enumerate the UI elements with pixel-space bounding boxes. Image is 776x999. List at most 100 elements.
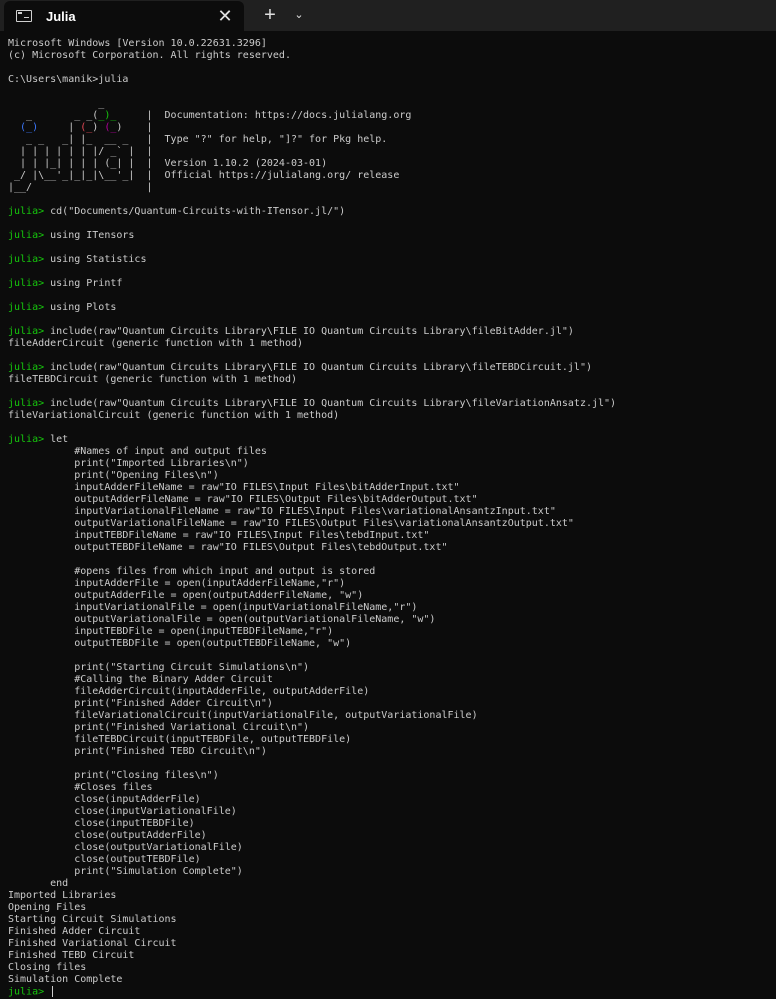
terminal-line: print("Closing files\n")	[8, 770, 776, 782]
line-text: outputAdderFile = open(outputAdderFileNa…	[8, 590, 364, 601]
prompt-line: julia> using Printf	[8, 278, 776, 290]
julia-logo-art: _ _ _(_)_ |	[8, 110, 153, 121]
new-tab-button[interactable]: +	[258, 0, 282, 31]
julia-prompt: julia>	[8, 230, 45, 241]
line-text: outputVariationalFile = open(outputVaria…	[8, 614, 436, 625]
line-text: close(inputAdderFile)	[8, 794, 201, 805]
terminal-line: close(outputVariationalFile)	[8, 842, 776, 854]
line-text: fileTEBDCircuit(inputTEBDFile, outputTEB…	[8, 734, 352, 745]
banner-line: (_) | (_) (_) |	[8, 122, 776, 134]
terminal-line: close(inputTEBDFile)	[8, 818, 776, 830]
line-text: fileAdderCircuit (generic function with …	[8, 338, 304, 349]
banner-line: |__/ |	[8, 182, 776, 194]
line-text: include(raw"Quantum Circuits Library\FIL…	[44, 398, 617, 409]
julia-prompt: julia>	[8, 326, 45, 337]
terminal-line: outputAdderFileName = raw"IO FILES\Outpu…	[8, 494, 776, 506]
prompt-line: julia> using ITensors	[8, 230, 776, 242]
line-text: outputTEBDFile = open(outputTEBDFileName…	[8, 638, 352, 649]
terminal-line: Finished Adder Circuit	[8, 926, 776, 938]
line-text: include(raw"Quantum Circuits Library\FIL…	[44, 326, 574, 337]
line-text: inputAdderFile = open(inputAdderFileName…	[8, 578, 346, 589]
line-text: using Printf	[44, 278, 123, 289]
line-text: Finished Variational Circuit	[8, 938, 177, 949]
line-text: Starting Circuit Simulations	[8, 914, 177, 925]
terminal-line: outputVariationalFile = open(outputVaria…	[8, 614, 776, 626]
line-text: close(outputVariationalFile)	[8, 842, 243, 853]
line-text: print("Starting Circuit Simulations\n")	[8, 662, 310, 673]
terminal-line: Simulation Complete	[8, 974, 776, 986]
line-text: Finished Adder Circuit	[8, 926, 141, 937]
banner-info: Documentation: https://docs.julialang.or…	[152, 110, 412, 121]
terminal-line: outputAdderFile = open(outputAdderFileNa…	[8, 590, 776, 602]
julia-prompt: julia>	[8, 302, 45, 313]
terminal-line: print("Finished Adder Circuit\n")	[8, 698, 776, 710]
terminal-line: inputVariationalFile = open(inputVariati…	[8, 602, 776, 614]
line-text: inputTEBDFileName = raw"IO FILES\Input F…	[8, 530, 430, 541]
line-text: inputAdderFileName = raw"IO FILES\Input …	[8, 482, 460, 493]
julia-logo-art: _/ |\__'_|_|_|\__'_| |	[8, 170, 153, 181]
prompt-line: julia> let	[8, 434, 776, 446]
line-text: inputVariationalFileName = raw"IO FILES\…	[8, 506, 556, 517]
line-text: #opens files from which input and output…	[8, 566, 376, 577]
line-text: #Names of input and output files	[8, 446, 267, 457]
terminal-line: Starting Circuit Simulations	[8, 914, 776, 926]
line-text: Imported Libraries	[8, 890, 117, 901]
terminal-output[interactable]: Microsoft Windows [Version 10.0.22631.32…	[8, 38, 776, 998]
line-text: using Plots	[44, 302, 117, 313]
terminal-icon	[16, 10, 32, 22]
line-text: end	[8, 878, 69, 889]
line-text: using ITensors	[44, 230, 135, 241]
terminal-line: print("Imported Libraries\n")	[8, 458, 776, 470]
julia-prompt: julia>	[8, 986, 45, 998]
julia-prompt: julia>	[8, 434, 45, 445]
line-text: #Calling the Binary Adder Circuit	[8, 674, 273, 685]
banner-line: _ _ _(_)_ | Documentation: https://docs.…	[8, 110, 776, 122]
line-text	[44, 987, 50, 998]
banner-line: | | |_| | | | (_| | | Version 1.10.2 (20…	[8, 158, 776, 170]
text-cursor	[52, 986, 54, 997]
line-text: include(raw"Quantum Circuits Library\FIL…	[44, 362, 592, 373]
terminal-line: end	[8, 878, 776, 890]
prompt-line: julia>	[8, 986, 776, 998]
chevron-down-icon[interactable]: ⌄	[290, 0, 308, 31]
line-text: print("Finished TEBD Circuit\n")	[8, 746, 267, 757]
line-text: inputVariationalFile = open(inputVariati…	[8, 602, 418, 613]
line-text: print("Finished Adder Circuit\n")	[8, 698, 273, 709]
julia-logo-art: _	[8, 98, 105, 109]
terminal-line: print("Finished TEBD Circuit\n")	[8, 746, 776, 758]
line-text: outputAdderFileName = raw"IO FILES\Outpu…	[8, 494, 478, 505]
line-text: close(inputTEBDFile)	[8, 818, 195, 829]
terminal-line: #Calling the Binary Adder Circuit	[8, 674, 776, 686]
banner-info: Official https://julialang.org/ release	[152, 170, 400, 181]
tab-julia[interactable]: Julia ✕	[4, 1, 244, 31]
terminal-line: print("Simulation Complete")	[8, 866, 776, 878]
line-text: fileVariationalCircuit (generic function…	[8, 410, 340, 421]
line-text: Opening Files	[8, 902, 87, 913]
line-text: fileVariationalCircuit(inputVariationalF…	[8, 710, 478, 721]
terminal-line: inputAdderFileName = raw"IO FILES\Input …	[8, 482, 776, 494]
close-tab-icon[interactable]: ✕	[210, 1, 240, 31]
banner-line: | | | | | | |/ _` | |	[8, 146, 776, 158]
line-text: outputVariationalFileName = raw"IO FILES…	[8, 518, 574, 529]
tab-title: Julia	[46, 8, 76, 24]
line-text: print("Finished Variational Circuit\n")	[8, 722, 310, 733]
banner-line: _	[8, 98, 776, 110]
prompt-line: julia> include(raw"Quantum Circuits Libr…	[8, 362, 776, 374]
julia-prompt: julia>	[8, 398, 45, 409]
banner-line: _ _ _| |_ __ _ | Type "?" for help, "]?"…	[8, 134, 776, 146]
line-text: inputTEBDFile = open(inputTEBDFileName,"…	[8, 626, 334, 637]
line-text: close(outputAdderFile)	[8, 830, 207, 841]
terminal-line: print("Starting Circuit Simulations\n")	[8, 662, 776, 674]
terminal-line: print("Finished Variational Circuit\n")	[8, 722, 776, 734]
title-bar: Julia ✕ + ⌄	[0, 0, 776, 31]
line-text: let	[44, 434, 69, 445]
terminal-line: close(outputAdderFile)	[8, 830, 776, 842]
terminal-line: close(inputAdderFile)	[8, 794, 776, 806]
julia-logo-art: | | |_| | | | (_| | |	[8, 158, 153, 169]
line-text: Simulation Complete	[8, 974, 123, 985]
